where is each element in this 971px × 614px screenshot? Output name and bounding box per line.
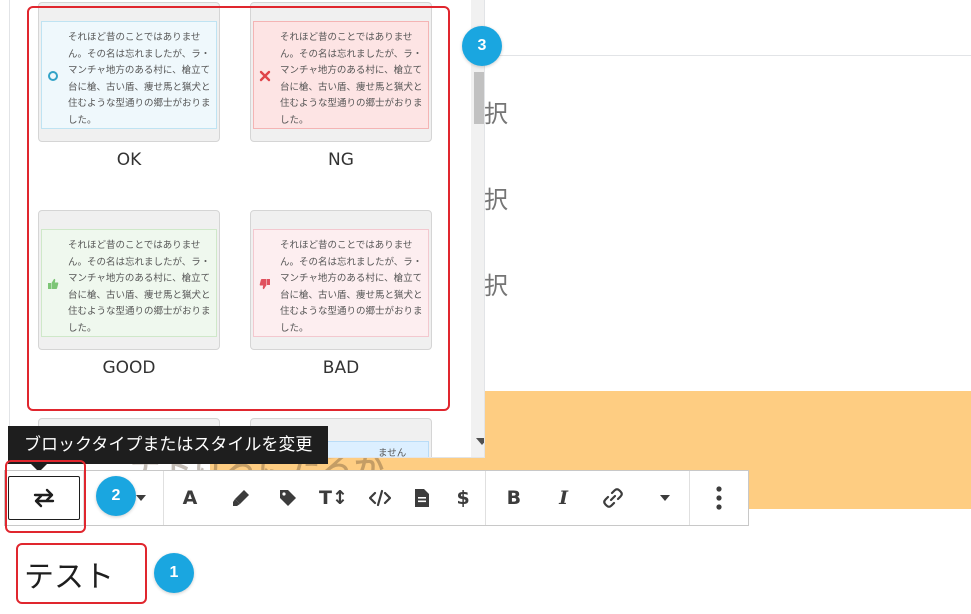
vertical-ellipsis-icon [716,486,722,510]
bold-button[interactable]: B [486,471,542,525]
font-size-button[interactable]: T↕ [310,471,358,525]
choice-item-text: 択 [484,272,508,300]
more-formats-dropdown[interactable] [641,471,689,525]
choice-item-text: 択 [484,186,508,214]
choice-item-text: 択 [484,100,508,128]
tag-button[interactable] [266,471,310,525]
text-color-button[interactable]: A [164,471,216,525]
preview-text: ません [378,448,407,458]
step-badge-1: 1 [154,553,194,593]
link-button[interactable] [586,471,642,525]
highlighter-button[interactable] [216,471,266,525]
toolbar-group-options [690,471,748,525]
link-icon [602,487,624,509]
inline-code-button[interactable] [357,471,403,525]
toolbar-group-format: A T↕ $ [164,471,486,525]
document-icon [414,488,430,508]
tag-icon [278,488,298,508]
highlight-frame-switcher [5,460,86,533]
tooltip: ブロックタイプまたはスタイルを変更 [8,426,329,464]
step-badge-3: 3 [462,26,502,66]
document-button[interactable] [403,471,441,525]
highlight-frame-styles [27,6,450,411]
italic-button[interactable]: I [542,471,586,525]
toolbar-group-rich-text: B I [486,471,690,525]
more-options-button[interactable] [690,471,748,525]
chevron-down-icon [135,494,146,502]
step-badge-2: 2 [96,476,136,516]
highlight-frame-block [16,543,147,604]
editor-top-area [485,0,971,56]
chevron-down-icon [660,494,671,502]
popover-scrollbar[interactable] [471,0,484,457]
currency-button[interactable]: $ [441,471,485,525]
scroll-down-arrow-icon[interactable] [476,438,484,445]
marker-icon [231,488,251,508]
code-icon [369,489,392,507]
scrollbar-thumb[interactable] [474,72,484,124]
